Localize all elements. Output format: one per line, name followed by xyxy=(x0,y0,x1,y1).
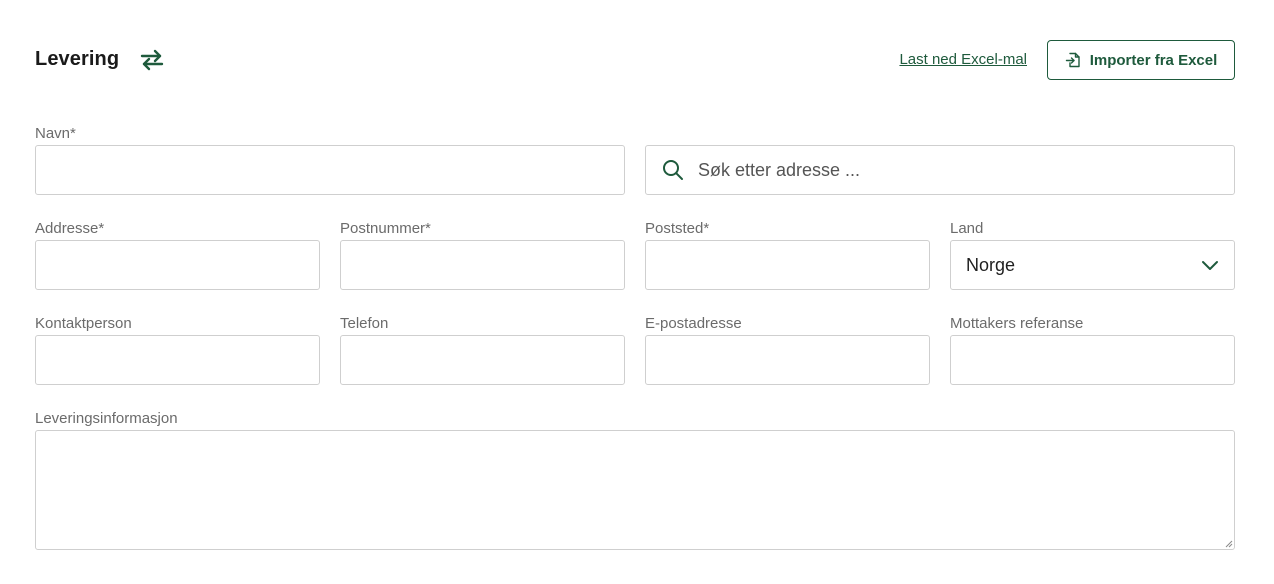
file-import-icon xyxy=(1065,52,1080,68)
section-header: Levering Last ned Excel-mal Importer fra… xyxy=(35,40,1235,80)
resize-grip-icon[interactable] xyxy=(1223,538,1233,548)
address-input[interactable] xyxy=(36,241,319,289)
email-field[interactable] xyxy=(645,335,930,385)
phone-input[interactable] xyxy=(341,336,624,384)
delivery-info-field[interactable] xyxy=(35,430,1235,550)
name-input[interactable] xyxy=(36,146,624,194)
address-label: Addresse* xyxy=(35,220,105,237)
swap-arrows-icon[interactable] xyxy=(139,48,165,72)
city-field[interactable] xyxy=(645,240,930,290)
contact-person-input[interactable] xyxy=(36,336,319,384)
recipient-reference-input[interactable] xyxy=(951,336,1234,384)
email-label: E-postadresse xyxy=(645,315,742,332)
country-select-value: Norge xyxy=(966,254,1016,275)
postal-code-input[interactable] xyxy=(341,241,624,289)
name-label: Navn* xyxy=(35,125,76,142)
delivery-info-label: Leveringsinformasjon xyxy=(35,410,178,427)
contact-person-label: Kontaktperson xyxy=(35,315,132,332)
postal-code-field[interactable] xyxy=(340,240,625,290)
city-label: Poststed* xyxy=(645,220,710,237)
phone-label: Telefon xyxy=(340,315,389,332)
email-input[interactable] xyxy=(646,336,929,384)
import-button-label: Importer fra Excel xyxy=(1089,51,1218,69)
country-select[interactable]: Norge xyxy=(950,240,1235,290)
address-search-field[interactable] xyxy=(645,145,1235,195)
chevron-down-icon xyxy=(1202,261,1218,270)
country-label: Land xyxy=(950,220,984,237)
postal-code-label: Postnummer* xyxy=(340,220,431,237)
recipient-reference-label: Mottakers referanse xyxy=(950,315,1084,332)
address-field[interactable] xyxy=(35,240,320,290)
city-input[interactable] xyxy=(646,241,929,289)
section-title: Levering xyxy=(35,48,120,70)
download-excel-template-link[interactable]: Last ned Excel-mal xyxy=(899,51,1027,68)
contact-person-field[interactable] xyxy=(35,335,320,385)
recipient-reference-field[interactable] xyxy=(950,335,1235,385)
search-icon xyxy=(663,160,683,180)
phone-field[interactable] xyxy=(340,335,625,385)
address-search-input[interactable] xyxy=(684,146,1234,194)
delivery-info-textarea[interactable] xyxy=(36,431,1234,549)
name-field[interactable] xyxy=(35,145,625,195)
import-from-excel-button[interactable]: Importer fra Excel xyxy=(1047,40,1235,80)
